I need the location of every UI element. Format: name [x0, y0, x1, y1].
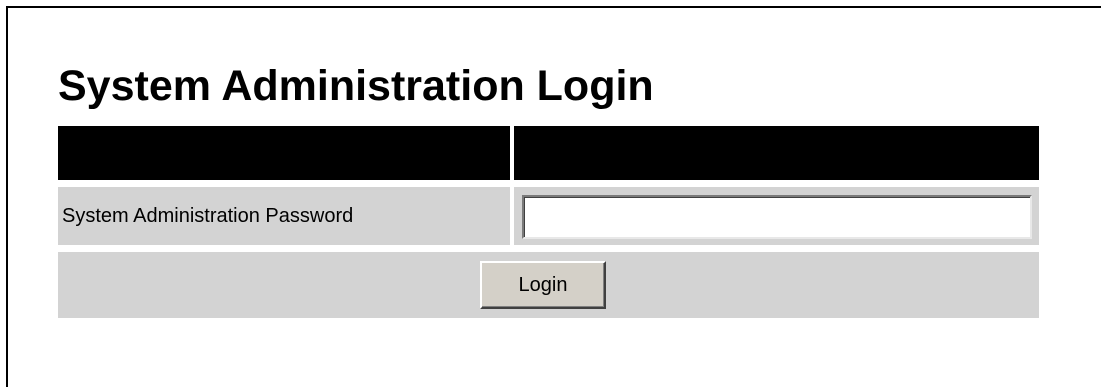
password-label: System Administration Password — [58, 187, 510, 245]
password-input-cell — [514, 187, 1039, 245]
button-row: Login — [58, 252, 1039, 318]
password-input[interactable] — [522, 195, 1032, 239]
login-button[interactable]: Login — [480, 261, 606, 309]
table-header-left — [58, 126, 510, 180]
page-title: System Administration Login — [58, 62, 654, 110]
table-header-right — [514, 126, 1039, 180]
